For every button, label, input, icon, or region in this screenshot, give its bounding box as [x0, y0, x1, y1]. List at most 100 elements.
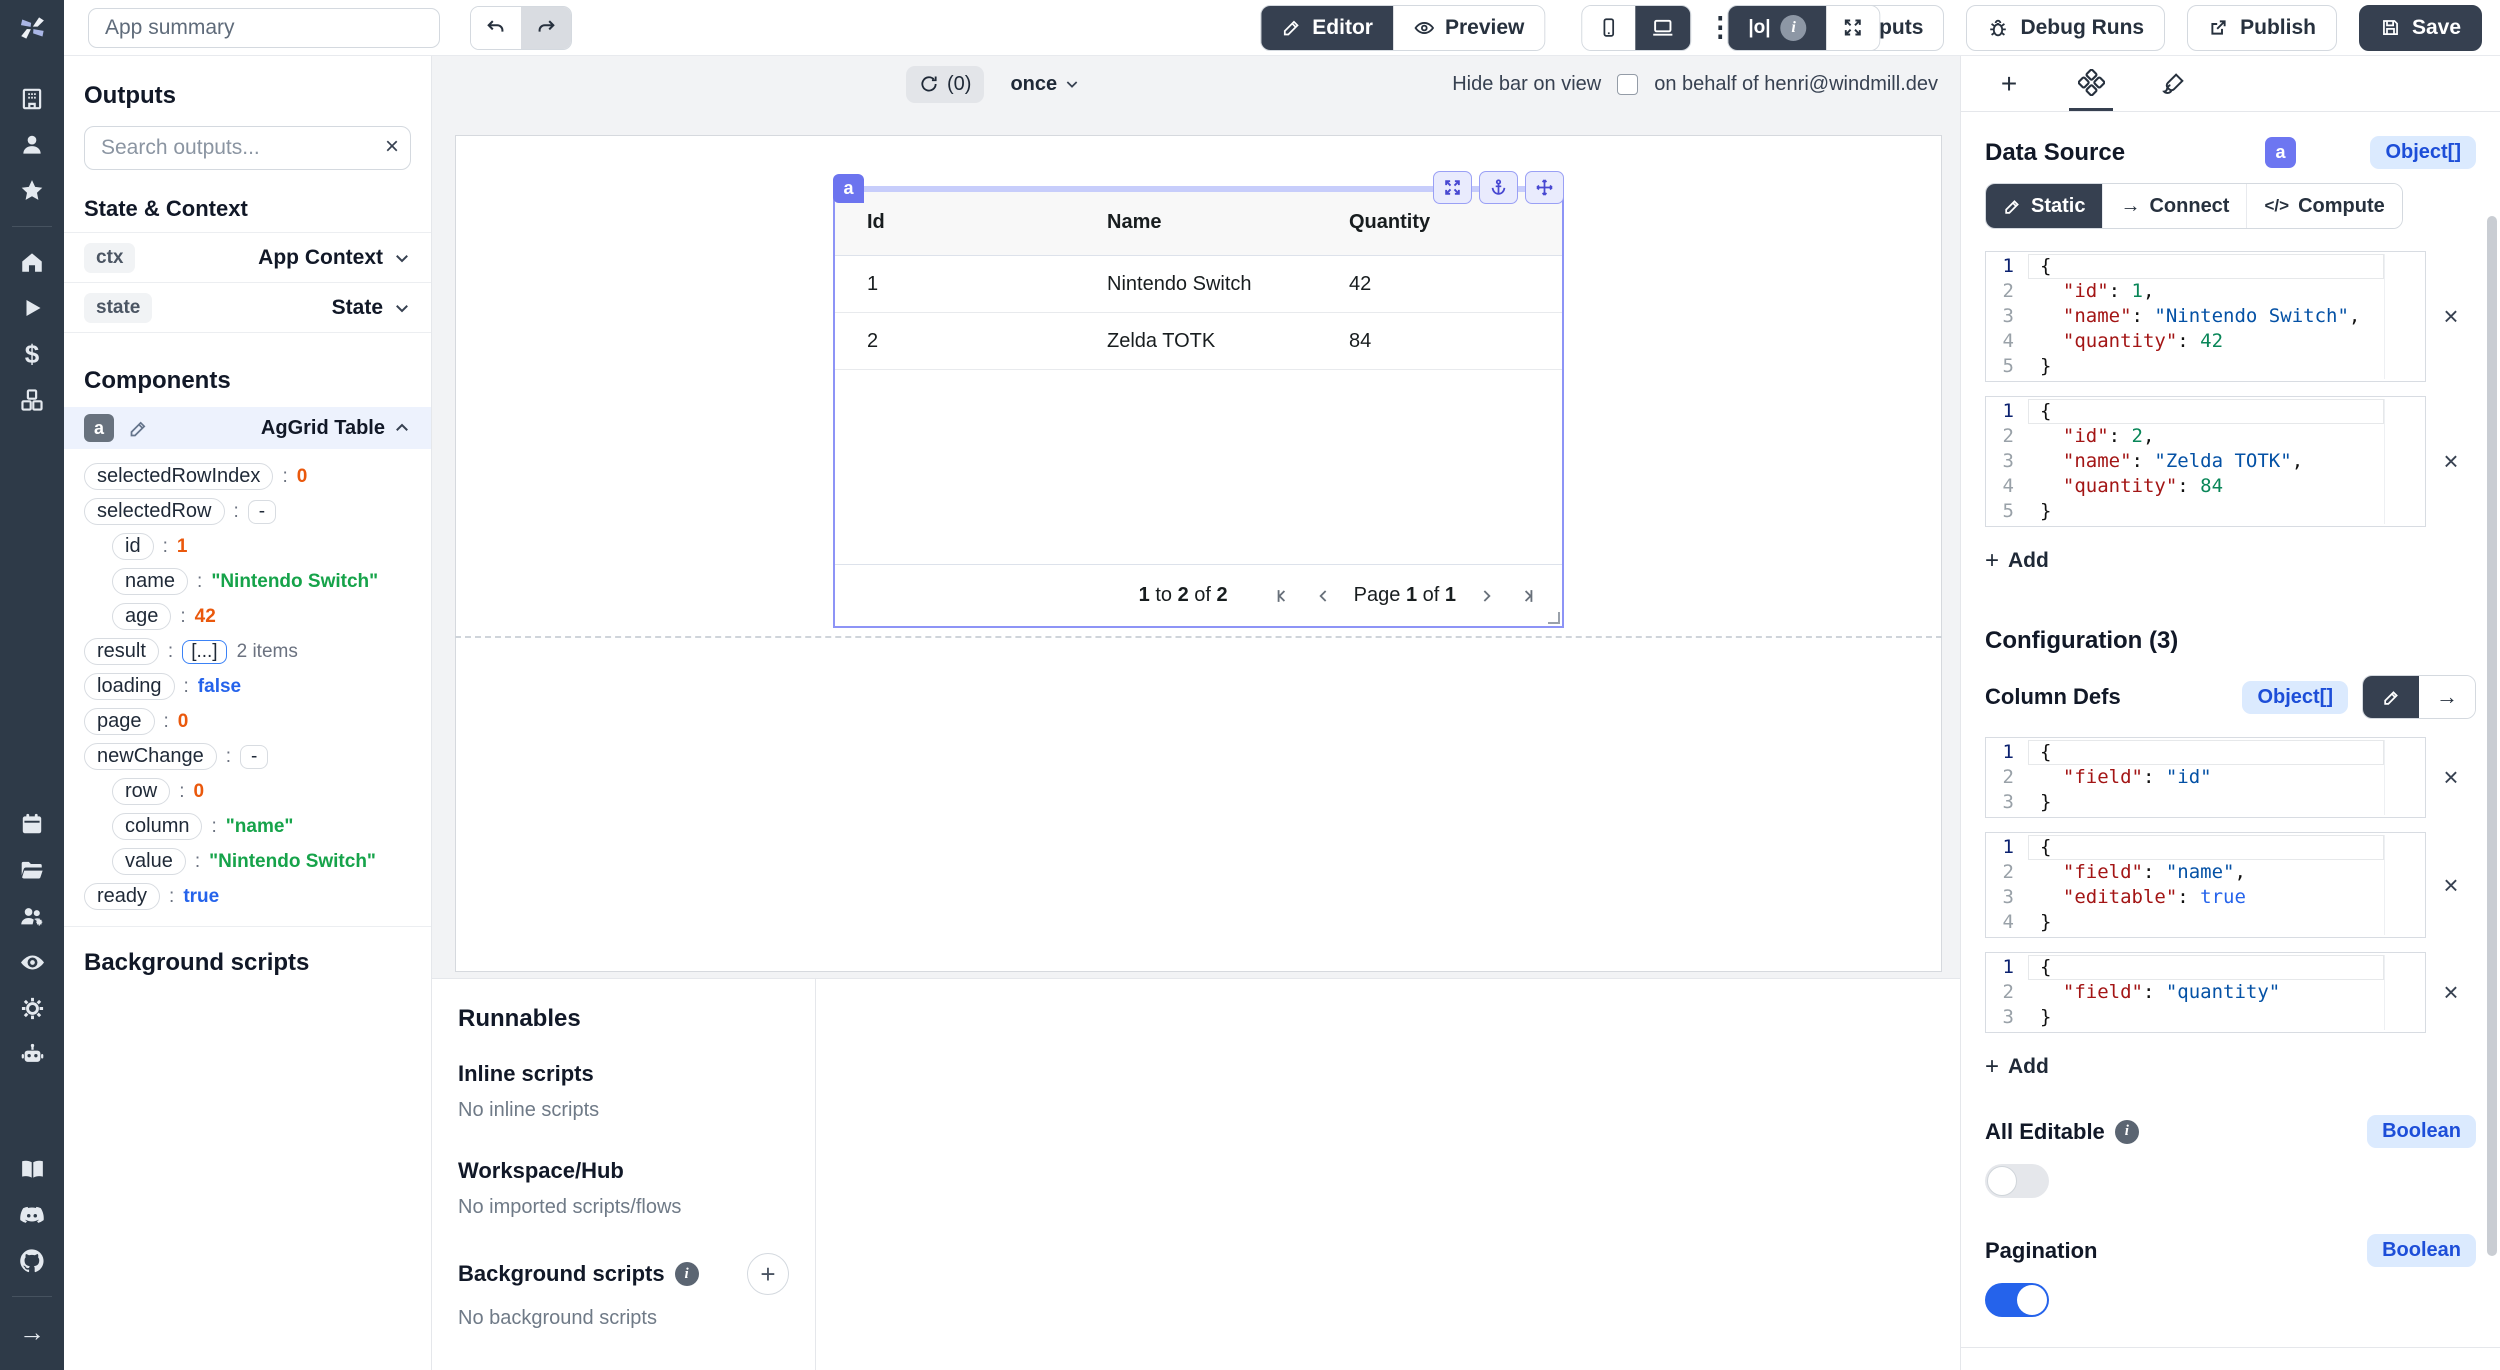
code-line[interactable]: 1{	[1986, 740, 2425, 765]
output-entry[interactable]: loading:false	[84, 669, 411, 704]
app-summary-input[interactable]	[88, 8, 440, 48]
github-icon[interactable]	[10, 1241, 54, 1281]
json-editor[interactable]: 1{2 "field": "name",3 "editable": true4}	[1985, 832, 2426, 938]
column-header[interactable]: Name	[1075, 211, 1317, 234]
output-key[interactable]: page	[84, 708, 155, 735]
output-key[interactable]: age	[112, 603, 171, 630]
schedules-calendar-icon[interactable]	[10, 804, 54, 844]
json-editor[interactable]: 1{2 "id": 2,3 "name": "Zelda TOTK",4 "qu…	[1985, 396, 2426, 527]
save-button[interactable]: Save	[2359, 5, 2482, 51]
hide-bar-checkbox[interactable]	[1617, 74, 1638, 95]
output-key[interactable]: name	[112, 568, 188, 595]
refresh-button[interactable]: (0)	[906, 66, 984, 103]
code-line[interactable]: 3}	[1986, 790, 2425, 815]
output-entry[interactable]: value:"Nintendo Switch"	[84, 844, 411, 879]
output-key[interactable]: ready	[84, 883, 160, 910]
output-key[interactable]: loading	[84, 673, 175, 700]
connect-mode-button[interactable]: → Connect	[2102, 184, 2246, 228]
expand-handle[interactable]	[1433, 171, 1472, 204]
styling-tab[interactable]	[2151, 57, 2195, 111]
mobile-view-button[interactable]	[1582, 6, 1635, 50]
boolean-badge[interactable]: Boolean	[2367, 1234, 2476, 1267]
runs-play-icon[interactable]	[10, 288, 54, 328]
output-key[interactable]: result	[84, 638, 159, 665]
editor-tab[interactable]: Editor	[1261, 6, 1393, 50]
favorites-star-icon[interactable]	[10, 171, 54, 211]
code-line[interactable]: 2 "field": "name",	[1986, 860, 2425, 885]
audit-eye-icon[interactable]	[10, 942, 54, 982]
column-header[interactable]: Quantity	[1317, 211, 1562, 234]
code-line[interactable]: 1{	[1986, 955, 2425, 980]
settings-gear-icon[interactable]	[10, 988, 54, 1028]
insert-component-tab[interactable]: +	[1987, 57, 2031, 111]
type-badge[interactable]: Object[]	[2370, 136, 2476, 169]
component-settings-tab[interactable]	[2069, 57, 2113, 111]
pencil-icon[interactable]	[128, 418, 149, 439]
add-column-def-button[interactable]: + Add	[1985, 1053, 2049, 1081]
redo-button[interactable]	[521, 7, 571, 49]
code-line[interactable]: 2 "field": "id"	[1986, 765, 2425, 790]
boolean-badge[interactable]: Boolean	[2367, 1115, 2476, 1148]
ai-robot-icon[interactable]	[10, 1034, 54, 1074]
first-page-icon[interactable]	[1274, 586, 1294, 606]
output-key[interactable]: row	[112, 778, 170, 805]
remove-item-icon[interactable]: ×	[2426, 977, 2476, 1008]
windmill-logo[interactable]	[0, 0, 64, 56]
code-line[interactable]: 3 "editable": true	[1986, 885, 2425, 910]
json-editor[interactable]: 1{2 "id": 1,3 "name": "Nintendo Switch",…	[1985, 251, 2426, 382]
json-editor[interactable]: 1{2 "field": "quantity"3}	[1985, 952, 2426, 1033]
folders-icon[interactable]	[10, 850, 54, 890]
output-entry[interactable]: selectedRowIndex:0	[84, 459, 411, 494]
remove-item-icon[interactable]: ×	[2426, 446, 2476, 477]
prev-page-icon[interactable]	[1314, 586, 1334, 606]
output-entry[interactable]: ready:true	[84, 879, 411, 914]
usage-dollar-icon[interactable]: $	[10, 334, 54, 374]
code-line[interactable]: 1{	[1986, 254, 2425, 279]
all-editable-toggle[interactable]	[1985, 1164, 2049, 1198]
output-key[interactable]: id	[112, 533, 154, 560]
remove-item-icon[interactable]: ×	[2426, 762, 2476, 793]
type-badge[interactable]: Object[]	[2242, 681, 2348, 714]
ctx-row[interactable]: ctx App Context	[64, 233, 431, 283]
pagination-toggle[interactable]	[1985, 1283, 2049, 1317]
static-mode-button[interactable]: Static	[1986, 184, 2102, 228]
publish-button[interactable]: Publish	[2187, 5, 2337, 51]
code-line[interactable]: 1{	[1986, 399, 2425, 424]
code-line[interactable]: 2 "id": 2,	[1986, 424, 2425, 449]
discord-icon[interactable]	[10, 1195, 54, 1235]
resources-cubes-icon[interactable]	[10, 380, 54, 420]
search-outputs-input[interactable]	[84, 126, 411, 170]
last-page-icon[interactable]	[1516, 586, 1536, 606]
component-header[interactable]: a AgGrid Table	[64, 407, 431, 449]
undo-button[interactable]	[471, 7, 521, 49]
home-icon[interactable]	[10, 242, 54, 282]
remove-item-icon[interactable]: ×	[2426, 301, 2476, 332]
output-entry[interactable]: page:0	[84, 704, 411, 739]
output-key[interactable]: selectedRow	[84, 498, 225, 525]
diff-button[interactable]: |o| i	[1728, 6, 1826, 50]
clear-search-icon[interactable]: ×	[385, 133, 399, 161]
column-header[interactable]: Id	[835, 211, 1075, 234]
code-line[interactable]: 5}	[1986, 499, 2425, 524]
next-page-icon[interactable]	[1476, 586, 1496, 606]
output-key[interactable]: newChange	[84, 743, 217, 770]
output-key[interactable]: selectedRowIndex	[84, 463, 273, 490]
docs-book-icon[interactable]	[10, 1149, 54, 1189]
scrollbar-thumb[interactable]	[2487, 216, 2497, 1256]
json-editor[interactable]: 1{2 "field": "id"3}	[1985, 737, 2426, 818]
output-entry[interactable]: column:"name"	[84, 809, 411, 844]
move-handle[interactable]	[1525, 171, 1564, 204]
compute-mode-button[interactable]: </> Compute	[2246, 184, 2401, 228]
code-line[interactable]: 5}	[1986, 354, 2425, 379]
code-line[interactable]: 4}	[1986, 910, 2425, 935]
output-entry[interactable]: age:42	[84, 599, 411, 634]
groups-users-gear-icon[interactable]	[10, 896, 54, 936]
preview-tab[interactable]: Preview	[1393, 6, 1544, 50]
code-line[interactable]: 2 "id": 1,	[1986, 279, 2425, 304]
chevron-up-icon[interactable]	[393, 419, 411, 437]
output-entry[interactable]: result:[...]2 items	[84, 634, 411, 669]
output-entry[interactable]: selectedRow:-	[84, 494, 411, 529]
output-entry[interactable]: newChange:-	[84, 739, 411, 774]
code-line[interactable]: 3 "name": "Zelda TOTK",	[1986, 449, 2425, 474]
output-key[interactable]: value	[112, 848, 186, 875]
